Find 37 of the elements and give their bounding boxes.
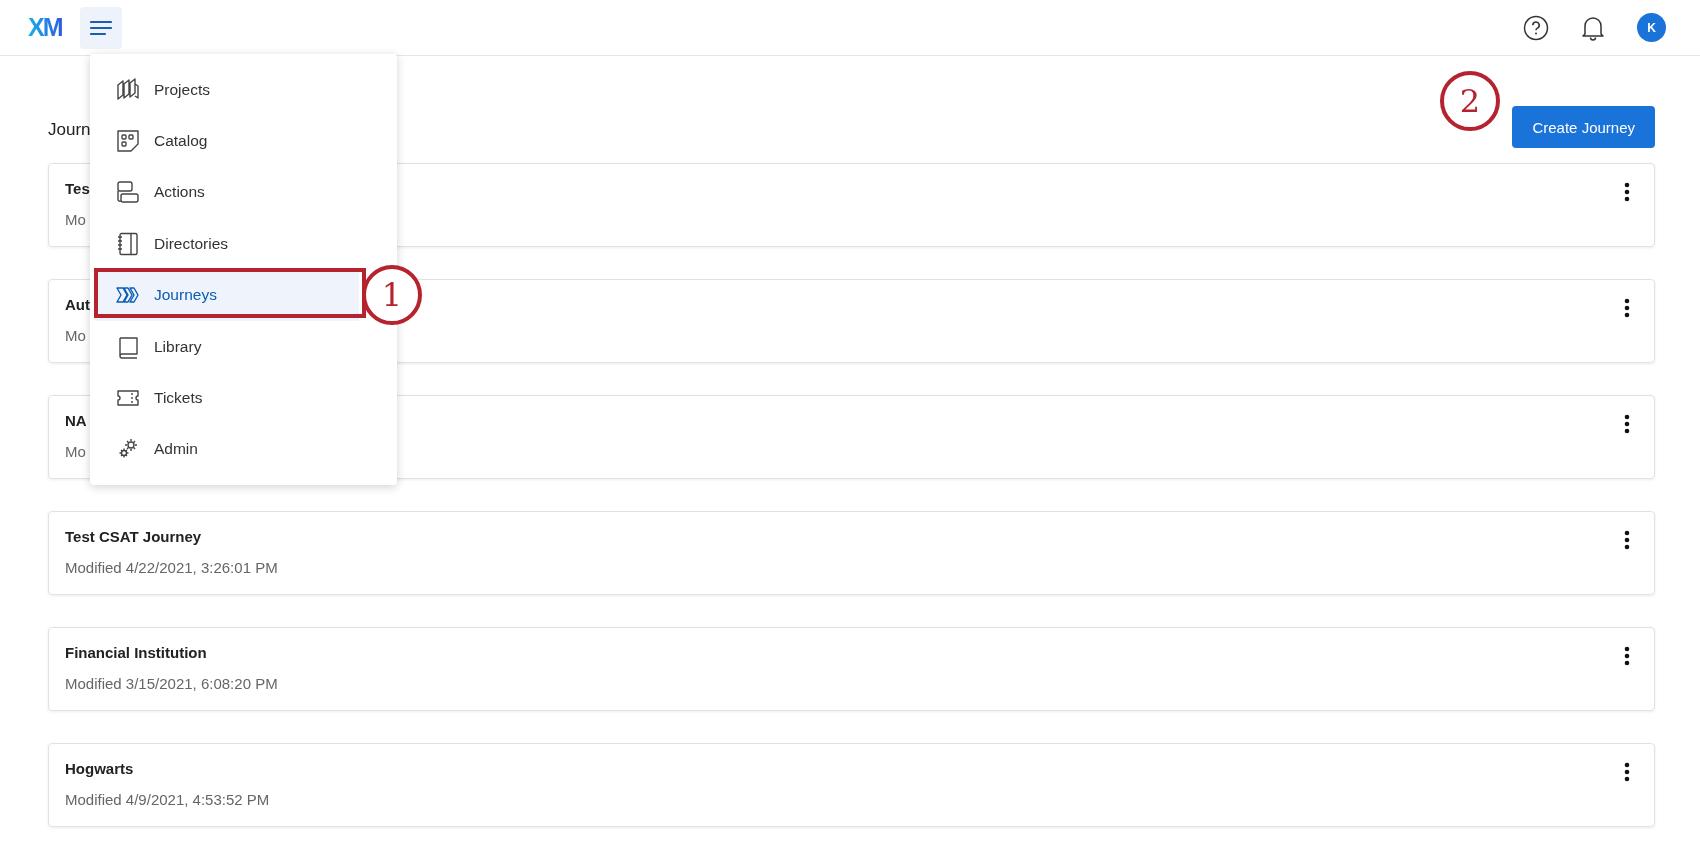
more-options-icon[interactable] [1624, 414, 1630, 434]
journey-name: Tes [65, 180, 90, 197]
notebook-icon [116, 231, 140, 256]
rows-icon [116, 180, 140, 205]
modified-date: Mo [65, 211, 87, 228]
modified-date: Modified 4/9/2021, 4:53:52 PM [65, 791, 270, 808]
menu-icon [89, 19, 112, 36]
journey-name: Test CSAT Journey [65, 528, 203, 545]
journey-card[interactable]: Financial Institution Modified 3/15/2021, 6:08:20 PM [48, 627, 1655, 711]
page-title: Journ [48, 120, 91, 140]
journey-name: Aut [65, 296, 90, 313]
bell-icon[interactable] [1581, 14, 1605, 41]
modified-date: Modified 3/15/2021, 6:08:20 PM [65, 675, 278, 692]
book-icon [116, 334, 140, 359]
more-options-icon[interactable] [1624, 182, 1630, 202]
menu-item[interactable]: Admin [95, 423, 359, 475]
step-number-callout: 2 [1440, 71, 1500, 131]
more-options-icon[interactable] [1624, 298, 1630, 318]
user-avatar[interactable]: K [1637, 13, 1666, 42]
create-journey-button[interactable]: Create Journey [1512, 106, 1655, 148]
journey-name: Hogwarts [65, 760, 135, 777]
more-options-icon[interactable] [1624, 646, 1630, 666]
journey-card[interactable]: Hogwarts Modified 4/9/2021, 4:53:52 PM [48, 743, 1655, 827]
journey-card[interactable]: Test CSAT Journey Modified 4/22/2021, 3:26:01 PM [48, 511, 1655, 595]
help-icon[interactable] [1523, 14, 1549, 41]
stack-icon [116, 77, 140, 102]
menu-button[interactable] [79, 6, 122, 49]
more-options-icon[interactable] [1624, 762, 1630, 782]
journey-name: Financial Institution [65, 644, 208, 661]
journey-name: NA [65, 412, 87, 429]
modified-date: Modified 4/22/2021, 3:26:01 PM [65, 559, 278, 576]
menu-item[interactable]: Projects [95, 64, 359, 116]
modified-date: Mo [65, 327, 87, 344]
menu-item[interactable]: Actions [95, 166, 359, 219]
more-options-icon[interactable] [1624, 530, 1630, 550]
grid-icon [116, 129, 140, 154]
modified-date: Mo [65, 443, 87, 460]
